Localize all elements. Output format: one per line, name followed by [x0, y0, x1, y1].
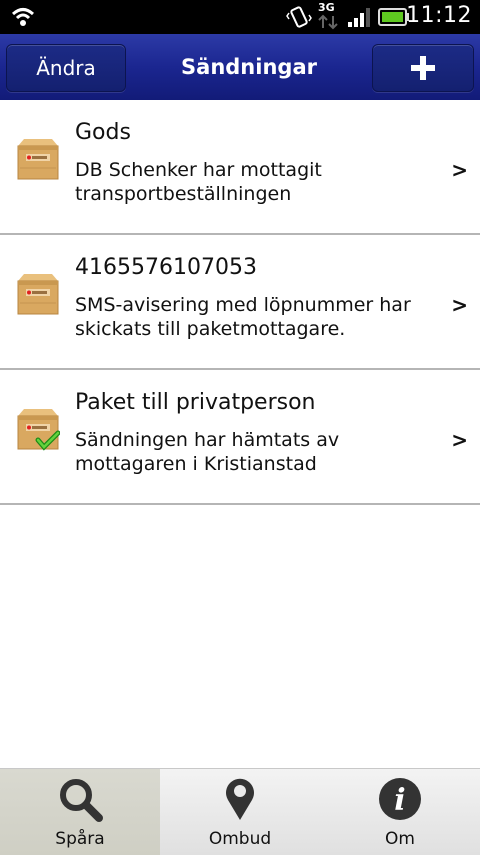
shipment-title: Paket till privatperson [75, 390, 316, 415]
page-title: Sändningar [181, 55, 317, 79]
tab-about[interactable]: i Om [320, 769, 480, 855]
chevron-right-icon: > [451, 293, 468, 317]
title-bar: Ändra Sändningar [0, 34, 480, 101]
search-icon [60, 779, 103, 822]
package-icon [17, 139, 59, 180]
shipment-title: 4165576107053 [75, 255, 257, 280]
tab-label: Om [385, 829, 415, 849]
3g-icon: 3G [318, 2, 340, 34]
network-type-label: 3G [318, 1, 335, 14]
tab-label: Ombud [208, 829, 272, 849]
package-icon [17, 274, 59, 315]
vibrate-icon [286, 6, 312, 28]
edit-button[interactable]: Ändra [6, 44, 126, 92]
signal-icon [348, 8, 370, 27]
shipment-status: DB Schenker har mottagit transportbestäl… [75, 159, 322, 205]
tab-agents[interactable]: Ombud [160, 769, 320, 855]
tab-track[interactable]: Spåra [0, 769, 160, 855]
shipment-title: Gods [75, 120, 131, 145]
shipment-status: Sändningen har hämtats av mottagaren i K… [75, 429, 340, 475]
status-bar: 3G 11:12 [0, 0, 480, 34]
shipment-row[interactable]: Gods DB Schenker har mottagit transportb… [0, 100, 480, 235]
add-shipment-button[interactable] [372, 44, 474, 92]
svg-text:i: i [394, 783, 405, 818]
info-icon: i [379, 778, 421, 820]
shipment-status: SMS-avisering med löpnummer har skickats… [75, 294, 411, 340]
package-delivered-icon [17, 409, 60, 451]
tab-label: Spåra [55, 829, 105, 849]
location-pin-icon [226, 778, 254, 820]
shipment-list: Gods DB Schenker har mottagit transportb… [0, 100, 480, 505]
clock: 11:12 [406, 3, 472, 28]
wifi-icon [11, 8, 35, 26]
shipment-row[interactable]: 4165576107053 SMS-avisering med löpnumme… [0, 235, 480, 370]
chevron-right-icon: > [451, 428, 468, 452]
shipment-row[interactable]: Paket till privatperson Sändningen har h… [0, 370, 480, 505]
bottom-tab-bar: Spåra Ombud i Om [0, 768, 480, 855]
plus-icon [411, 56, 435, 80]
chevron-right-icon: > [451, 158, 468, 182]
